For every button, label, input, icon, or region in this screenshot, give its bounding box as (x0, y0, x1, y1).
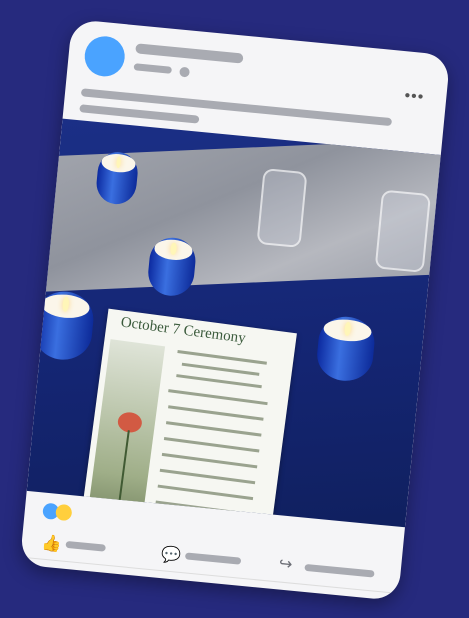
program-text-line (168, 389, 268, 406)
like-label-placeholder[interactable] (65, 540, 106, 552)
author-name-placeholder[interactable] (135, 43, 244, 64)
avatar[interactable] (82, 34, 127, 79)
program-artwork (85, 339, 166, 528)
comment-label-placeholder[interactable] (184, 552, 242, 565)
candle (146, 235, 198, 298)
candle (31, 289, 96, 363)
post-photo[interactable]: October 7 Ceremony (26, 118, 441, 528)
program-text-line (153, 516, 249, 528)
glass-vase-right (374, 189, 431, 273)
program-text-line (159, 468, 256, 485)
caption-line-2 (79, 104, 200, 124)
ceremony-program: October 7 Ceremony (79, 308, 297, 528)
program-text-line (176, 374, 262, 389)
share-label-placeholder[interactable] (304, 563, 375, 578)
reaction-icon-yellow[interactable] (55, 503, 73, 522)
more-options-button[interactable]: ••• (404, 87, 425, 107)
share-icon[interactable]: ↪ (278, 553, 293, 574)
globe-icon (179, 66, 191, 78)
program-text-line (168, 405, 264, 421)
caption-line-1 (80, 88, 393, 127)
post-card: ••• October 7 Ceremony 👍 💬 ↪ (19, 19, 451, 601)
program-text-line (161, 452, 258, 469)
poppy-flower (116, 410, 144, 434)
program-text-line (157, 484, 254, 501)
glass-vase (256, 168, 308, 248)
poppy-stem (112, 430, 130, 528)
program-text-line (177, 350, 267, 365)
post-meta-placeholder (133, 63, 173, 74)
comment-icon[interactable]: 💬 (160, 544, 182, 566)
candle (314, 314, 377, 384)
action-divider (20, 556, 399, 594)
program-text-line (155, 500, 252, 516)
program-text-line (163, 436, 260, 453)
program-text-line (181, 362, 260, 376)
thumbs-up-icon[interactable]: 👍 (41, 533, 63, 555)
program-text-line (165, 421, 262, 437)
